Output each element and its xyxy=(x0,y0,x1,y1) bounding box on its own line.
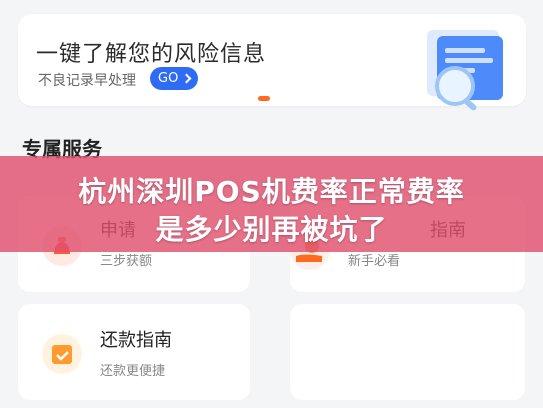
calendar-check-icon xyxy=(42,334,82,374)
service-card-repay[interactable]: 还款指南 还款更便捷 xyxy=(18,304,250,400)
risk-info-card[interactable]: 一键了解您的风险信息 不良记录早处理 GO xyxy=(18,14,526,111)
document-magnifier-icon xyxy=(427,30,503,111)
chevron-right-icon xyxy=(181,73,192,84)
risk-card-title: 一键了解您的风险信息 xyxy=(36,42,267,67)
risk-card-subtitle: 不良记录早处理 xyxy=(38,73,136,89)
app-screen: 一键了解您的风险信息 不良记录早处理 GO 专属服务 申请 三步获额 xyxy=(0,0,543,408)
service-desc: 还款更便捷 xyxy=(100,364,166,379)
service-desc: 新手必看 xyxy=(348,254,401,269)
banner-line-2: 是多少别再被坑了 xyxy=(155,213,388,246)
service-name: 还款指南 xyxy=(100,330,172,351)
carousel-indicator xyxy=(258,96,270,101)
go-button[interactable]: GO xyxy=(150,67,199,90)
banner-line-1: 杭州深圳POS机费率正常费率 xyxy=(78,175,465,208)
article-title-banner: 杭州深圳POS机费率正常费率 是多少别再被坑了 xyxy=(0,156,543,252)
service-desc: 三步获额 xyxy=(100,254,153,269)
go-button-label: GO xyxy=(158,71,179,86)
carousel-dot-active xyxy=(258,96,270,101)
service-card-empty xyxy=(290,304,525,400)
